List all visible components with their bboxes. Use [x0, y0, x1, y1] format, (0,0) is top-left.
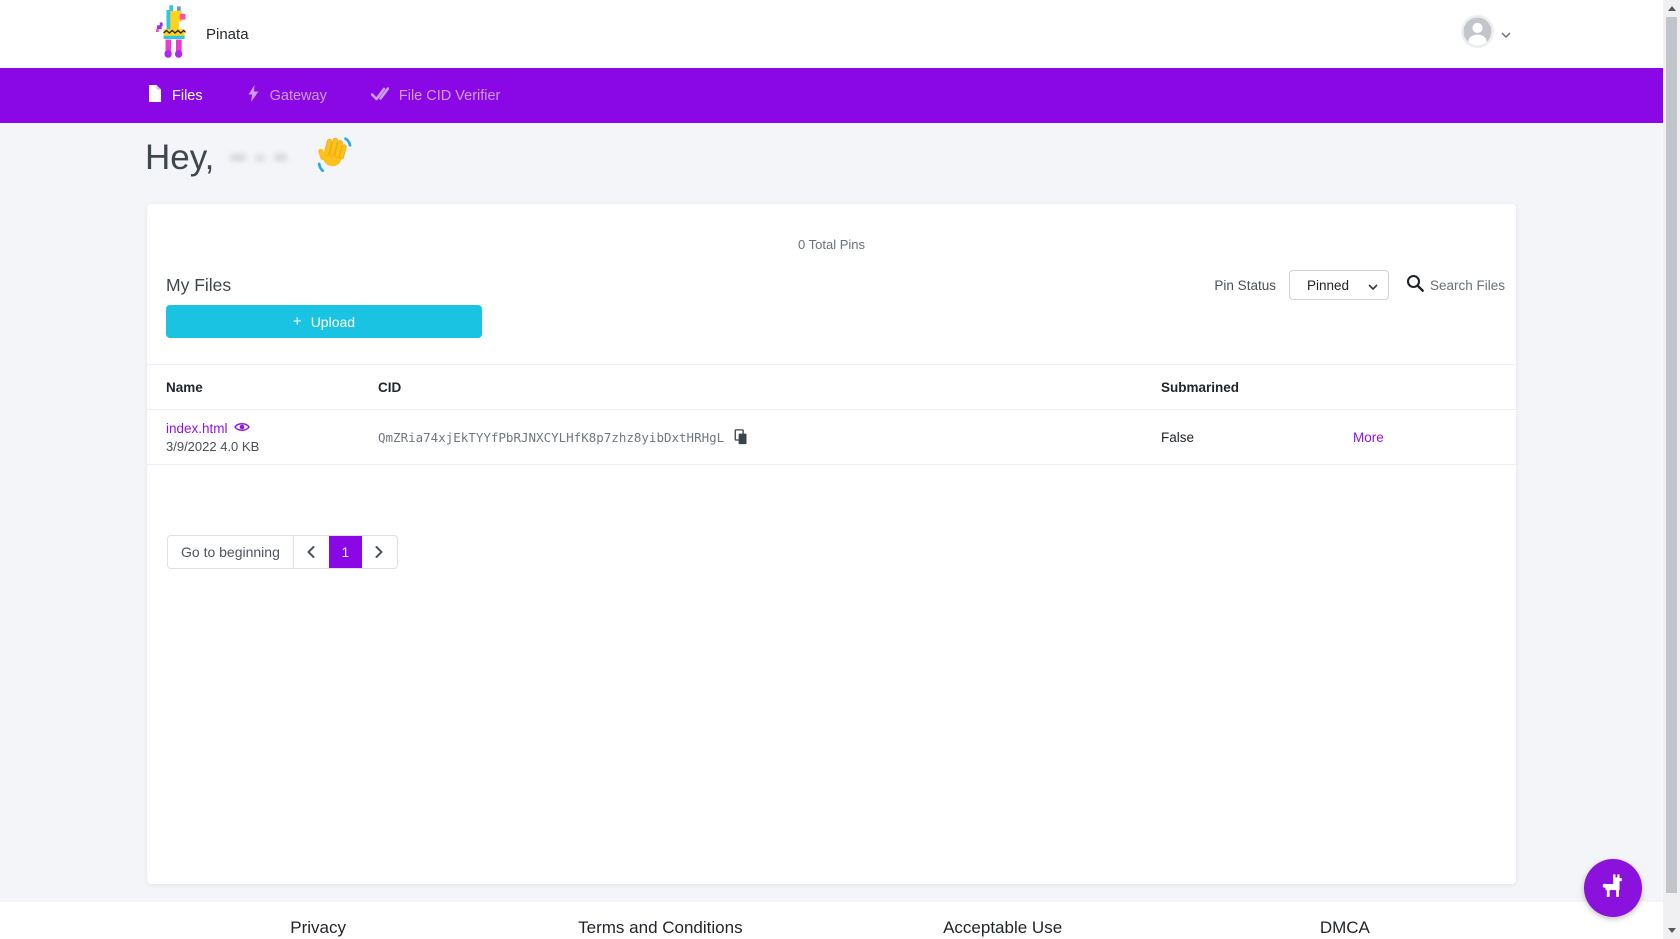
- filter-controls: Pin Status Pinned Search Files: [1214, 270, 1505, 300]
- cell-name: index.html 3/9/2022 4.0 KB: [166, 410, 378, 464]
- cell-cid: QmZRia74xjEkTYYfPbRJNXCYLHfK8p7zhz8yibDx…: [378, 410, 1161, 464]
- previous-page-button[interactable]: [294, 536, 329, 568]
- scrollbar-up-arrow-icon[interactable]: [1668, 6, 1676, 11]
- waving-hand-icon: [312, 134, 354, 181]
- nav-item-label: Files: [172, 88, 203, 104]
- files-table: Name CID Submarined index.html 3/9/2022 …: [147, 364, 1516, 465]
- copy-icon[interactable]: [733, 428, 748, 446]
- search-icon: [1405, 273, 1425, 298]
- avatar: [1461, 15, 1494, 53]
- next-page-button[interactable]: [362, 536, 397, 568]
- panel-controls: My Files Pin Status Pinned Search Files: [166, 268, 1505, 302]
- file-icon: [148, 85, 162, 106]
- footer-links: Privacy Terms and Conditions Acceptable …: [147, 918, 1516, 938]
- column-header-name: Name: [166, 365, 378, 409]
- user-menu[interactable]: [1461, 0, 1511, 68]
- main-nav: Files Gateway File CID Verifier: [0, 68, 1663, 123]
- table-header-row: Name CID Submarined: [147, 364, 1516, 410]
- lightning-icon: [247, 85, 260, 106]
- llama-icon: [1599, 872, 1627, 905]
- total-pins-text: 0 Total Pins: [147, 237, 1516, 252]
- nav-item-label: Gateway: [270, 88, 327, 104]
- page-number-button[interactable]: 1: [329, 536, 362, 568]
- pagination: Go to beginning 1: [167, 535, 398, 569]
- cell-submarined: False: [1161, 410, 1321, 464]
- nav-item-files[interactable]: Files: [148, 85, 203, 106]
- double-check-icon: [371, 86, 389, 105]
- cell-actions: More: [1321, 410, 1497, 464]
- column-header-cid: CID: [378, 365, 1161, 409]
- redacted-username: [224, 143, 302, 173]
- pinata-logo-icon: [155, 5, 197, 64]
- brand-name: Pinata: [206, 26, 249, 43]
- greeting-text: Hey,: [145, 138, 214, 178]
- footer-link-terms[interactable]: Terms and Conditions: [489, 918, 831, 938]
- nav-item-label: File CID Verifier: [399, 88, 501, 104]
- files-panel: 0 Total Pins My Files Pin Status Pinned …: [147, 204, 1516, 884]
- chevron-down-icon: [1501, 25, 1511, 43]
- page-footer: Privacy Terms and Conditions Acceptable …: [0, 902, 1663, 939]
- more-link[interactable]: More: [1353, 430, 1384, 445]
- plus-icon: +: [293, 313, 302, 330]
- go-to-beginning-button[interactable]: Go to beginning: [168, 536, 294, 568]
- table-row: index.html 3/9/2022 4.0 KB QmZRia74xjEkT…: [147, 410, 1516, 465]
- file-name-link[interactable]: index.html: [166, 421, 378, 436]
- panel-title: My Files: [166, 275, 231, 296]
- brand[interactable]: Pinata: [155, 0, 249, 68]
- app-header: Pinata: [0, 0, 1663, 68]
- scrollbar[interactable]: [1663, 0, 1680, 939]
- nav-item-gateway[interactable]: Gateway: [247, 85, 327, 106]
- pin-status-label: Pin Status: [1214, 278, 1276, 293]
- search-files-label: Search Files: [1430, 278, 1505, 293]
- footer-link-dmca[interactable]: DMCA: [1174, 918, 1516, 938]
- upload-button[interactable]: + Upload: [166, 305, 482, 338]
- file-meta: 3/9/2022 4.0 KB: [166, 439, 378, 454]
- column-header-actions: [1321, 365, 1497, 409]
- footer-link-privacy[interactable]: Privacy: [147, 918, 489, 938]
- pin-status-value: Pinned: [1307, 278, 1349, 293]
- select-chevron-icon: [1368, 278, 1378, 293]
- nav-item-file-cid-verifier[interactable]: File CID Verifier: [371, 86, 501, 105]
- footer-link-acceptable-use[interactable]: Acceptable Use: [832, 918, 1174, 938]
- scrollbar-down-arrow-icon[interactable]: [1668, 928, 1676, 933]
- pin-status-select[interactable]: Pinned: [1289, 270, 1389, 300]
- search-files-button[interactable]: Search Files: [1405, 273, 1505, 298]
- greeting: Hey,: [145, 134, 354, 181]
- eye-icon[interactable]: [234, 421, 250, 436]
- column-header-submarined: Submarined: [1161, 365, 1321, 409]
- cid-value: QmZRia74xjEkTYYfPbRJNXCYLHfK8p7zhz8yibDx…: [378, 430, 724, 445]
- pinata-fab-button[interactable]: [1584, 859, 1642, 917]
- scrollbar-thumb[interactable]: [1666, 17, 1677, 893]
